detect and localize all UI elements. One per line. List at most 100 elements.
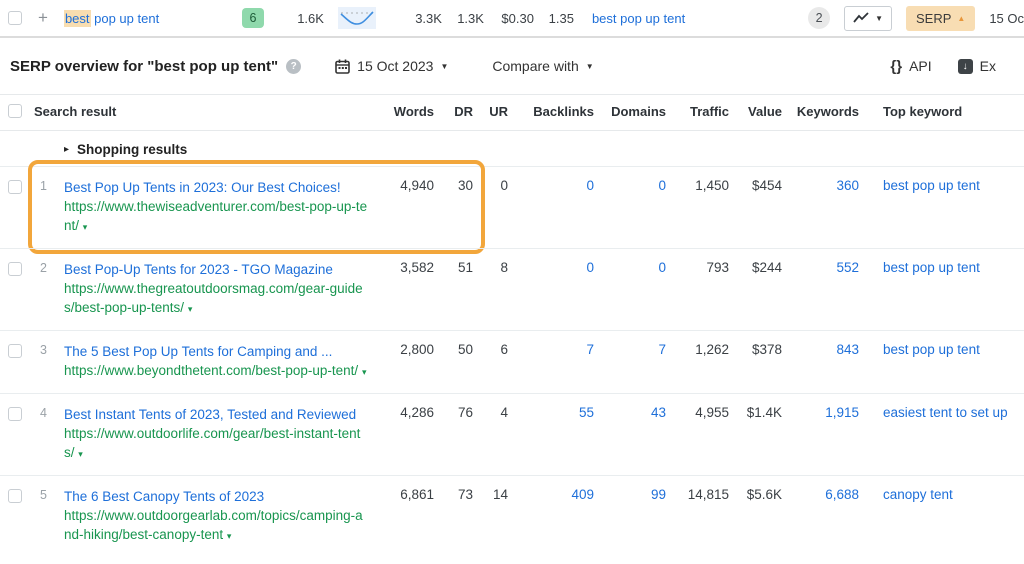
result-url-link[interactable]: https://www.thewiseadventurer.com/best-p… [64,199,367,233]
export-label: Ex [980,58,996,74]
col-header-traffic[interactable]: Traffic [666,104,729,121]
rank-number: 5 [34,487,64,546]
domains-link[interactable]: 7 [658,342,666,357]
keyword-row-checkbox[interactable] [8,11,22,25]
domains-link[interactable]: 0 [658,178,666,193]
result-url-link[interactable]: https://www.outdoorlife.com/gear/best-in… [64,426,360,460]
keywords-link[interactable]: 843 [836,342,859,357]
keywords-link[interactable]: 1,915 [825,405,859,420]
keyword-text[interactable]: best pop up tent [64,11,242,26]
top-keyword-link[interactable]: canopy tent [883,487,953,502]
api-button[interactable]: {} API [890,58,931,75]
domains-link[interactable]: 99 [651,487,666,502]
keywords-link[interactable]: 552 [836,260,859,275]
line-chart-icon [853,12,869,24]
col-header-search-result[interactable]: Search result [34,104,384,121]
backlinks-link[interactable]: 55 [579,405,594,420]
top-keyword-link[interactable]: best pop up tent [883,342,980,357]
top-keyword-link[interactable]: easiest tent to set up [883,405,1008,420]
traffic-cell: 4,955 [666,405,729,464]
table-header-row: Search result Words DR UR Backlinks Doma… [0,94,1024,131]
add-icon[interactable]: + [38,8,48,28]
caret-right-icon: ▸ [64,144,69,155]
page-title: SERP overview for "best pop up tent" [10,58,278,75]
ur-cell: 4 [473,405,508,464]
col-header-top-keyword[interactable]: Top keyword [859,104,1024,121]
top-keyword-link[interactable]: best pop up tent [883,178,980,193]
domains-link[interactable]: 0 [658,260,666,275]
url-dropdown-caret-icon[interactable]: ▾ [227,531,232,541]
result-title-link[interactable]: The 6 Best Canopy Tents of 2023 [64,489,264,504]
cps-value: 1.35 [534,11,574,26]
date-selector-button[interactable]: 15 Oct 2023 ▼ [335,58,448,74]
col-header-domains[interactable]: Domains [594,104,666,121]
result-title-link[interactable]: Best Instant Tents of 2023, Tested and R… [64,407,356,422]
select-all-checkbox[interactable] [8,104,22,118]
metric-3-3k: 3.3K [376,11,442,26]
backlinks-link[interactable]: 0 [586,178,594,193]
export-button[interactable]: ↓ Ex [958,58,996,74]
traffic-cell: 14,815 [666,487,729,546]
backlinks-link[interactable]: 409 [571,487,594,502]
result-title-link[interactable]: Best Pop-Up Tents for 2023 - TGO Magazin… [64,262,333,277]
table-row: 1 Best Pop Up Tents in 2023: Our Best Ch… [0,166,1024,248]
row-checkbox[interactable] [8,180,22,194]
row-checkbox[interactable] [8,407,22,421]
result-url-link[interactable]: https://www.outdoorgearlab.com/topics/ca… [64,508,363,542]
col-header-backlinks[interactable]: Backlinks [508,104,594,121]
col-header-dr[interactable]: DR [434,104,473,121]
words-cell: 6,861 [384,487,434,546]
chevron-up-icon: ▲ [957,14,965,23]
keywords-link[interactable]: 360 [836,178,859,193]
help-icon[interactable]: ? [286,59,301,74]
url-dropdown-caret-icon[interactable]: ▾ [188,304,193,314]
value-cell: $244 [729,260,782,319]
table-row: 4 Best Instant Tents of 2023, Tested and… [0,393,1024,475]
top-keyword-link[interactable]: best pop up tent [883,260,980,275]
result-title-link[interactable]: Best Pop Up Tents in 2023: Our Best Choi… [64,180,341,195]
col-header-keywords[interactable]: Keywords [782,104,859,121]
compare-with-label: Compare with [492,58,578,74]
col-header-words[interactable]: Words [384,104,434,121]
parent-keyword-link[interactable]: best pop up tent [592,11,685,26]
result-url-link[interactable]: https://www.thegreatoutdoorsmag.com/gear… [64,281,363,315]
row-checkbox[interactable] [8,344,22,358]
download-icon: ↓ [958,59,973,74]
backlinks-link[interactable]: 7 [586,342,594,357]
date-selector-label: 15 Oct 2023 [357,58,433,74]
table-row: 2 Best Pop-Up Tents for 2023 - TGO Magaz… [0,248,1024,330]
dr-cell: 30 [434,178,473,237]
dr-cell: 50 [434,342,473,382]
serp-toggle-button[interactable]: SERP ▲ [906,6,975,31]
url-dropdown-caret-icon[interactable]: ▾ [362,367,367,377]
serp-features-count-badge: 2 [808,7,830,29]
chart-dropdown-button[interactable]: ▼ [844,6,892,31]
serp-button-label: SERP [916,11,951,26]
dr-cell: 51 [434,260,473,319]
backlinks-link[interactable]: 0 [586,260,594,275]
col-header-value[interactable]: Value [729,104,782,121]
ur-cell: 0 [473,178,508,237]
domains-link[interactable]: 43 [651,405,666,420]
result-title-link[interactable]: The 5 Best Pop Up Tents for Camping and … [64,344,332,359]
words-cell: 2,800 [384,342,434,382]
position-badge: 6 [242,8,264,28]
chevron-down-icon: ▼ [586,62,594,71]
row-checkbox[interactable] [8,489,22,503]
ur-cell: 14 [473,487,508,546]
api-label: API [909,58,932,74]
row-checkbox[interactable] [8,262,22,276]
serp-overview-header: SERP overview for "best pop up tent" ? 1… [0,38,1024,94]
value-cell: $5.6K [729,487,782,546]
keywords-link[interactable]: 6,688 [825,487,859,502]
compare-with-button[interactable]: Compare with ▼ [492,58,593,74]
traffic-cell: 1,262 [666,342,729,382]
shopping-results-group-row[interactable]: ▸Shopping results [0,131,1024,166]
chevron-down-icon: ▼ [440,62,448,71]
url-dropdown-caret-icon[interactable]: ▾ [83,222,88,232]
col-header-ur[interactable]: UR [473,104,508,121]
value-cell: $454 [729,178,782,237]
result-url-link[interactable]: https://www.beyondthetent.com/best-pop-u… [64,363,358,378]
words-cell: 4,940 [384,178,434,237]
url-dropdown-caret-icon[interactable]: ▾ [78,449,83,459]
